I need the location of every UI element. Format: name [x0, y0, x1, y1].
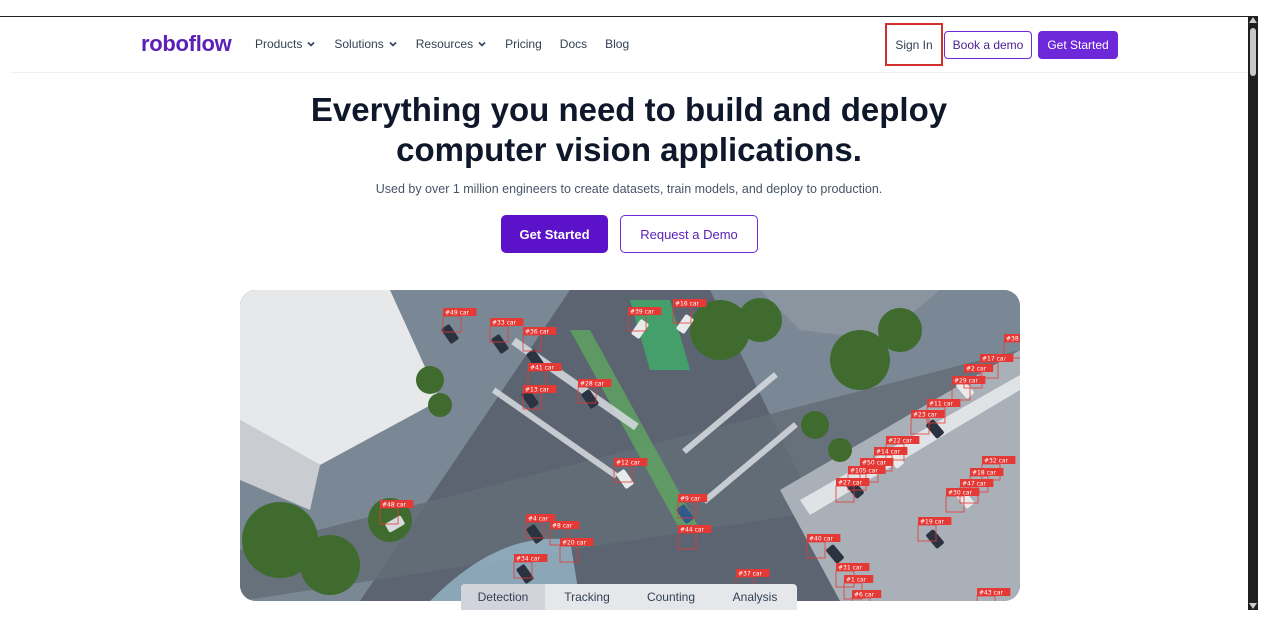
- detection-label: #17 car: [982, 356, 1007, 363]
- detection-label: #37 car: [738, 571, 763, 578]
- detection-label: #41 car: [530, 365, 555, 372]
- scroll-thumb[interactable]: [1250, 28, 1256, 76]
- get-started-nav-button[interactable]: Get Started: [1038, 31, 1118, 59]
- detection-label: #8 car: [552, 523, 573, 530]
- nav-item-label: Resources: [415, 37, 474, 51]
- nav-item-label: Products: [255, 37, 303, 51]
- top-navigation: roboflow Products Solutions Resources Pr…: [10, 17, 1248, 73]
- detection-label: #36 car: [525, 329, 550, 336]
- demo-tabs: Detection Tracking Counting Analysis: [461, 584, 797, 610]
- nav-item-solutions[interactable]: Solutions: [334, 37, 397, 51]
- sign-in-button[interactable]: Sign In: [887, 25, 941, 64]
- tab-counting[interactable]: Counting: [629, 584, 713, 610]
- detection-label: #47 car: [962, 481, 987, 488]
- aerial-intersection-scene: #49 car #33 car #36 car #39 car #16 car #41 c…: [240, 290, 1020, 601]
- detection-label: #40 car: [809, 536, 834, 543]
- get-started-button[interactable]: Get Started: [501, 215, 608, 253]
- tab-tracking[interactable]: Tracking: [545, 584, 629, 610]
- nav-item-label: Docs: [559, 37, 588, 51]
- nav-links: Products Solutions Resources Pricing Doc…: [255, 37, 629, 51]
- book-demo-button[interactable]: Book a demo: [944, 31, 1032, 59]
- nav-item-pricing[interactable]: Pricing: [505, 37, 542, 51]
- hero-subtitle: Used by over 1 million engineers to crea…: [375, 182, 883, 196]
- detection-label: #33 car: [492, 320, 517, 327]
- nav-item-label: Solutions: [334, 37, 384, 51]
- detection-label: #50 car: [862, 460, 887, 467]
- request-demo-button[interactable]: Request a Demo: [620, 215, 758, 253]
- detection-label: #14 car: [876, 449, 901, 456]
- detection-label: #28 car: [580, 381, 605, 388]
- detection-label: #30 car: [948, 490, 973, 497]
- scroll-up-arrow-icon[interactable]: [1249, 17, 1257, 23]
- tab-analysis[interactable]: Analysis: [713, 584, 797, 610]
- detection-label: #29 car: [954, 378, 979, 385]
- detection-label: #105 car: [850, 468, 878, 475]
- detection-label: #48 car: [382, 502, 407, 509]
- detection-label: #32 car: [984, 458, 1009, 465]
- detection-label: #2 car: [966, 366, 987, 373]
- detection-label: #11 car: [929, 401, 954, 408]
- chevron-down-icon: [306, 39, 316, 49]
- detection-label: #18 car: [972, 470, 997, 477]
- detection-label: #1 car: [846, 577, 867, 584]
- detection-label: #9 car: [680, 496, 701, 503]
- detection-label: #16 car: [675, 301, 700, 308]
- hero-title-line-2: computer vision applications.: [396, 131, 862, 168]
- chevron-down-icon: [477, 39, 487, 49]
- detection-label: #20 car: [562, 540, 587, 547]
- sign-in-highlight: Sign In: [885, 23, 943, 66]
- nav-item-label: Blog: [605, 37, 630, 51]
- nav-item-blog[interactable]: Blog: [605, 37, 629, 51]
- detection-label: #38: [1006, 336, 1019, 343]
- nav-item-resources[interactable]: Resources: [416, 37, 487, 51]
- detection-label: #23 car: [913, 412, 938, 419]
- nav-item-label: Pricing: [505, 37, 542, 51]
- detection-label: #49 car: [445, 310, 470, 317]
- detection-label: #22 car: [888, 438, 913, 445]
- detection-label: #34 car: [516, 556, 541, 563]
- tab-detection[interactable]: Detection: [461, 584, 545, 610]
- hero-title: Everything you need to build and deploy …: [0, 90, 1258, 170]
- detection-label: #43 car: [979, 590, 1004, 597]
- page-scrollbar[interactable]: [1248, 16, 1258, 610]
- detection-label: #12 car: [616, 460, 641, 467]
- detection-label: #31 car: [838, 565, 863, 572]
- chevron-down-icon: [388, 39, 398, 49]
- demo-video[interactable]: #49 car #33 car #36 car #39 car #16 car #41 c…: [240, 290, 1020, 601]
- nav-item-products[interactable]: Products: [255, 37, 316, 51]
- detection-label: #6 car: [854, 592, 875, 599]
- hero-title-line-1: Everything you need to build and deploy: [310, 91, 948, 128]
- detection-label: #13 car: [525, 387, 550, 394]
- roboflow-logo[interactable]: roboflow: [141, 31, 232, 57]
- scroll-down-arrow-icon[interactable]: [1249, 603, 1257, 609]
- detection-label: #44 car: [680, 527, 705, 534]
- nav-item-docs[interactable]: Docs: [560, 37, 587, 51]
- detection-label: #4 car: [528, 516, 549, 523]
- detection-label: #27 car: [838, 480, 863, 487]
- detection-label: #19 car: [920, 519, 945, 526]
- detection-label: #39 car: [630, 309, 655, 316]
